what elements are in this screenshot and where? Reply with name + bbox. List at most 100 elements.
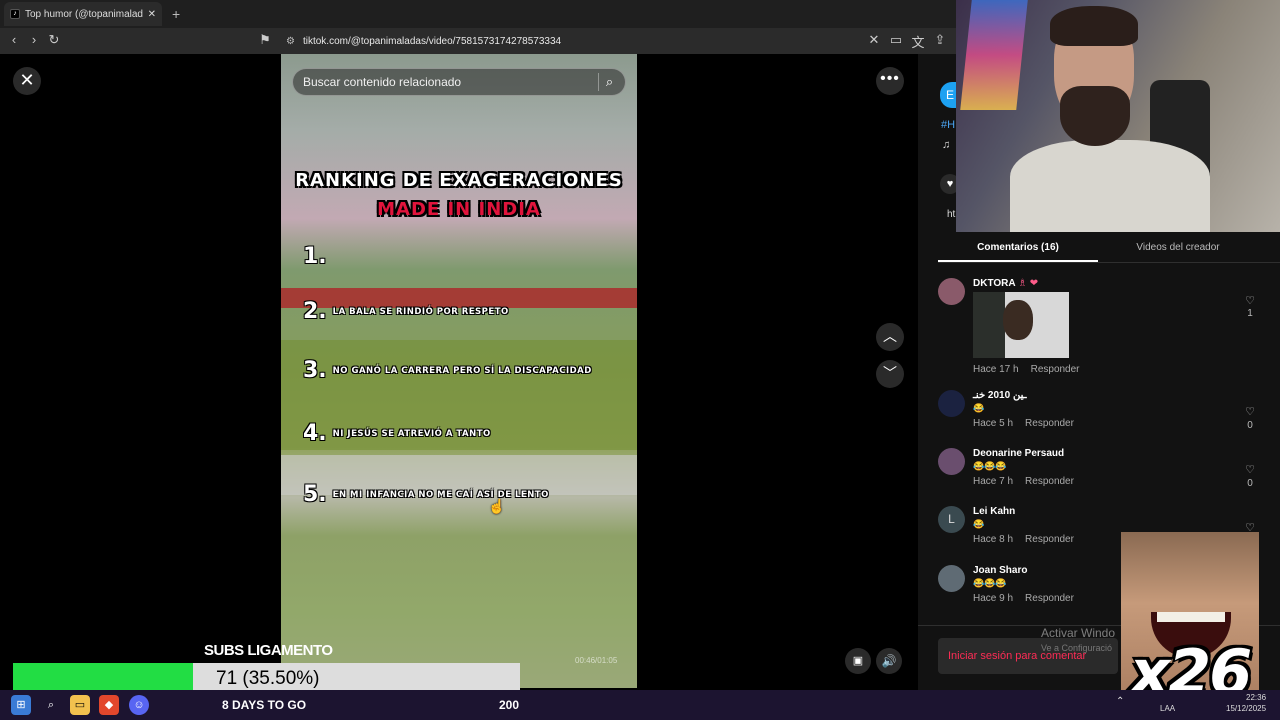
reply-link[interactable]: Responder xyxy=(1025,476,1074,487)
avatar[interactable]: L xyxy=(938,506,965,533)
webcam-person-body xyxy=(1010,140,1210,232)
ranking-text: No ganó la carrera pero sí la discapacid… xyxy=(332,365,592,376)
hashtag-link[interactable]: #H xyxy=(941,119,955,131)
picture-in-picture-button[interactable]: ▣ xyxy=(845,648,871,674)
comment-gif-image[interactable] xyxy=(973,292,1069,358)
related-search-input[interactable]: Buscar contenido relacionado xyxy=(292,68,626,96)
music-icon[interactable]: ♫ xyxy=(942,139,950,151)
video-title-line2: made in India xyxy=(377,199,541,220)
reload-button[interactable]: ↻ xyxy=(46,32,62,48)
ranking-number: 5. xyxy=(303,482,327,507)
video-title-line1: Ranking de exageraciones xyxy=(295,170,623,191)
back-button[interactable]: ‹ xyxy=(6,32,22,47)
browser-tab[interactable]: ♪ Top humor (@topanimaladas ✕ xyxy=(4,2,162,26)
comment-item: ـين 2010 خنـ 😂 Hace 5 h Responder ♡ 0 xyxy=(938,390,1268,434)
copy-link-field[interactable]: ht xyxy=(947,209,955,220)
hand-cursor-icon: ☝ xyxy=(488,498,506,514)
comment-like-count: 0 xyxy=(1247,478,1253,489)
tab-divider xyxy=(938,262,1280,263)
tray-date[interactable]: 15/12/2025 xyxy=(1226,704,1266,713)
ranking-item: 1. xyxy=(303,244,333,269)
comment-item: DKTORA ♗ ❤ Hace 17 h Responder ♡ 1 xyxy=(938,278,1268,378)
comment-meta: Hace 7 h Responder xyxy=(973,476,1074,487)
address-bar[interactable]: ⚙ tiktok.com/@topanimaladas/video/758157… xyxy=(280,31,956,51)
comment-username[interactable]: ـين 2010 خنـ xyxy=(973,390,1027,401)
comment-username[interactable]: Lei Kahn xyxy=(973,506,1015,517)
ranking-text: En mi infancia no me caí así de lento xyxy=(332,489,549,500)
webcam-person-hair xyxy=(1050,6,1138,46)
windows-activation-watermark: Activar Windo xyxy=(1041,626,1116,640)
ranking-number: 4. xyxy=(303,421,327,446)
discord-icon[interactable]: ☺ xyxy=(129,695,149,715)
bookmark-icon[interactable]: ⚑ xyxy=(257,32,273,48)
avatar[interactable] xyxy=(938,390,965,417)
ranking-number: 2. xyxy=(303,299,327,324)
file-explorer-icon[interactable]: ▭ xyxy=(70,695,90,715)
comment-username[interactable]: Deonarine Persaud xyxy=(973,448,1064,459)
url-text: tiktok.com/@topanimaladas/video/75815731… xyxy=(302,35,562,47)
next-video-button[interactable]: ﹀ xyxy=(876,360,904,388)
site-info-icon[interactable]: ⚙ xyxy=(286,36,295,47)
previous-video-button[interactable]: ︿ xyxy=(876,323,904,351)
ranking-item: 2. La bala se rindió por respeto xyxy=(303,299,509,324)
comment-username[interactable]: Joan Sharo xyxy=(973,565,1027,576)
comment-meta: Hace 17 h Responder xyxy=(973,364,1080,375)
ranking-item: 4. Ni Jesús se atrevió a tanto xyxy=(303,421,491,446)
tray-language[interactable]: LAA xyxy=(1160,704,1175,713)
screen-icon[interactable]: ▭ xyxy=(888,32,904,48)
ranking-item: 5. En mi infancia no me caí así de lento xyxy=(303,482,549,507)
ranking-item: 3. No ganó la carrera pero sí la discapa… xyxy=(303,358,592,383)
days-to-go-label: 8 DAYS TO GO xyxy=(222,698,307,712)
webcam-poster xyxy=(960,0,1028,110)
comment-meta: Hace 8 h Responder xyxy=(973,534,1074,545)
more-options-button[interactable]: ••• xyxy=(876,67,904,95)
reply-link[interactable]: Responder xyxy=(1025,418,1074,429)
reply-link[interactable]: Responder xyxy=(1025,534,1074,545)
reply-link[interactable]: Responder xyxy=(1025,593,1074,604)
webcam-person-beard xyxy=(1060,86,1130,146)
tiktok-favicon-icon: ♪ xyxy=(10,9,20,19)
comment-text: 😂 xyxy=(973,519,985,529)
tracking-icon[interactable]: ✕ xyxy=(866,32,882,48)
video-time-readout: 00:46/01:05 xyxy=(575,656,618,665)
tab-comments[interactable]: Comentarios (16) xyxy=(938,236,1098,262)
share-icon[interactable]: ⇪ xyxy=(932,32,948,48)
comment-like-count: 0 xyxy=(1247,420,1253,431)
taskbar xyxy=(0,690,1280,720)
translate-icon[interactable]: 文 xyxy=(910,32,926,51)
comment-like-icon[interactable]: ♡ xyxy=(1244,405,1256,418)
search-taskbar-icon[interactable]: ⌕ xyxy=(41,695,61,715)
comment-like-icon[interactable]: ♡ xyxy=(1244,463,1256,476)
tab-close-icon[interactable]: ✕ xyxy=(148,9,156,20)
tray-time[interactable]: 22:36 xyxy=(1246,693,1266,702)
comment-username[interactable]: DKTORA ♗ ❤ xyxy=(973,278,1038,289)
comment-like-icon[interactable]: ♡ xyxy=(1244,294,1256,307)
ranking-text: La bala se rindió por respeto xyxy=(332,306,509,317)
ranking-number: 1. xyxy=(303,244,327,269)
reply-link[interactable]: Responder xyxy=(1031,364,1080,375)
avatar[interactable] xyxy=(938,565,965,592)
tab-creator-videos[interactable]: Videos del creador xyxy=(1098,236,1258,262)
avatar[interactable] xyxy=(938,278,965,305)
comment-like-count: 1 xyxy=(1247,308,1253,319)
close-viewer-button[interactable]: ✕ xyxy=(13,67,41,95)
volume-button[interactable]: 🔊 xyxy=(876,648,902,674)
goal-target-label: 200 xyxy=(499,698,520,712)
comment-meta: Hace 9 h Responder xyxy=(973,593,1074,604)
tab-title: Top humor (@topanimaladas xyxy=(25,8,143,20)
tray-chevron-icon[interactable]: ⌃ xyxy=(1116,696,1124,707)
start-menu-icon[interactable]: ⊞ xyxy=(11,695,31,715)
comment-meta: Hace 5 h Responder xyxy=(973,418,1074,429)
comment-item: Deonarine Persaud 😂😂😂 Hace 7 h Responder … xyxy=(938,448,1268,492)
forward-button[interactable]: › xyxy=(26,32,42,47)
comment-text: 😂😂😂 xyxy=(973,461,1007,471)
comment-text: 😂😂😂 xyxy=(973,578,1007,588)
avatar[interactable] xyxy=(938,448,965,475)
ranking-text: Ni Jesús se atrevió a tanto xyxy=(332,428,491,439)
search-icon[interactable]: ⌕ xyxy=(598,73,616,91)
subgoal-progress-text: 71 (35.50%) xyxy=(216,668,320,689)
brave-browser-icon[interactable]: ◆ xyxy=(99,695,119,715)
subgoal-title: SUBS LIGAMENTO xyxy=(204,642,333,659)
ranking-number: 3. xyxy=(303,358,327,383)
new-tab-button[interactable]: + xyxy=(172,6,180,22)
